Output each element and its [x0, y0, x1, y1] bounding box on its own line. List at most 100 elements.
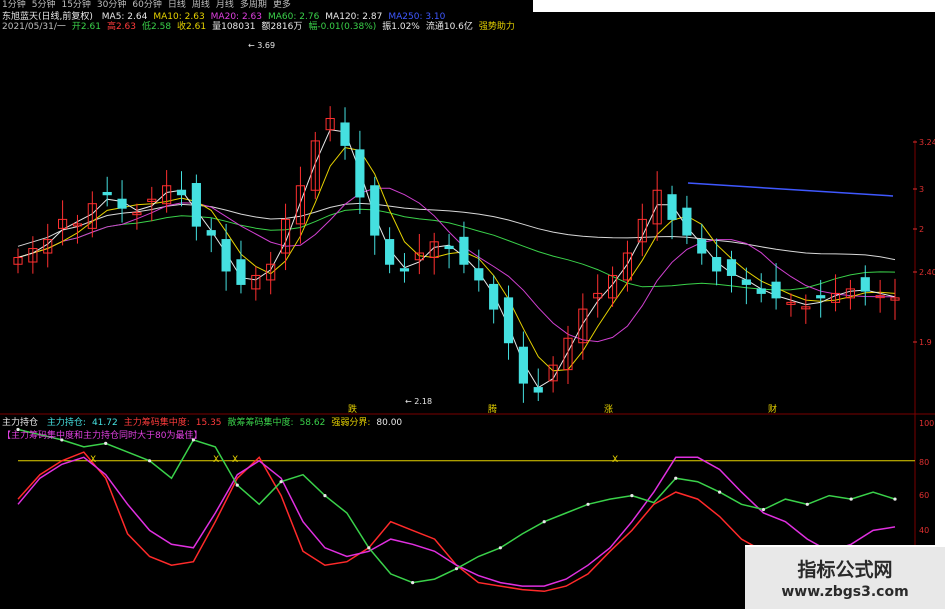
period-tab-8[interactable]: 多周期	[240, 0, 267, 10]
candle	[13, 248, 23, 274]
retail-point	[411, 581, 415, 585]
quote-field: 低2.58	[142, 22, 172, 32]
candle	[607, 266, 618, 307]
screenshot-crop-region	[533, 0, 945, 12]
signal-marker: 跌	[348, 404, 357, 415]
indicator-legend: 主力持仓 主力持仓: 41.72 主力筹码集中度: 15.35 散筹筹码集中度: 58.6…	[2, 418, 408, 429]
screenshot-crop-edge	[935, 0, 945, 609]
cross-marker: X	[232, 455, 238, 465]
period-tab-2[interactable]: 15分钟	[61, 0, 90, 10]
indicator-field: 主力持仓:	[46, 418, 86, 428]
period-tab-4[interactable]: 60分钟	[132, 0, 161, 10]
period-tab-9[interactable]: 更多	[273, 0, 291, 10]
ma60-line	[17, 208, 896, 291]
indicator-field: 80.00	[376, 418, 403, 428]
retail-point	[893, 497, 897, 501]
candle	[503, 285, 514, 360]
retail-point	[367, 546, 371, 550]
period-tab-7[interactable]: 月线	[216, 0, 234, 10]
candle	[191, 174, 201, 241]
indicator-field: 41.72	[91, 418, 118, 428]
quote-field: 收2.61	[177, 22, 207, 32]
period-tabs: 1分钟 5分钟 15分钟 30分钟 60分钟 日线 周线 月线 多周期 更多	[2, 0, 297, 11]
ma-legend-item: MA20: 2.63	[210, 12, 262, 22]
candle	[236, 240, 246, 294]
indicator-tick-label: 40	[919, 526, 929, 535]
cross-marker: X	[90, 455, 96, 465]
price-extreme-label: ← 3.69	[248, 41, 275, 50]
candle	[845, 279, 855, 310]
retail-point	[674, 476, 678, 480]
watermark-logo: 指标公式网 www.zbgs3.com	[745, 545, 945, 609]
candle	[385, 227, 395, 274]
retail-point	[279, 480, 283, 484]
indicator-field: 主力筹码集中度:	[123, 418, 190, 428]
price-tick-label: 3	[919, 185, 924, 194]
ma-legend-item: MA60: 2.76	[267, 12, 320, 22]
retail-point	[454, 567, 459, 571]
candle	[786, 293, 796, 317]
quote-field: 量108031	[212, 22, 256, 32]
cross-marker: X	[612, 455, 618, 465]
watermark-title: 指标公式网	[797, 559, 893, 581]
indicator-field: 58.62	[299, 418, 326, 428]
candle	[593, 274, 603, 318]
candle	[310, 131, 320, 200]
candle	[414, 233, 424, 275]
candle	[890, 278, 900, 320]
indicator-note-text: 【主力筹码集中度和主力持仓同时大于80为最佳】	[2, 431, 203, 441]
quote-field: 额2816万	[261, 22, 303, 32]
candle	[429, 232, 439, 275]
candle	[399, 253, 410, 283]
retail-point	[586, 502, 590, 506]
chart-canvas[interactable]: 3.24322.401.9100806040← 3.69← 2.18跌腾涨财X X…	[0, 0, 945, 609]
ma-legend-item: MA10: 2.63	[153, 12, 205, 22]
candle	[756, 273, 766, 303]
candle	[206, 218, 216, 253]
retail-point	[718, 490, 722, 494]
period-tab-6[interactable]: 周线	[192, 0, 210, 10]
candle	[860, 265, 870, 306]
candle	[87, 191, 97, 238]
quote-field: 强势助力	[478, 22, 515, 32]
indicator-note: 【主力筹码集中度和主力持仓同时大于80为最佳】	[2, 431, 202, 442]
ma10-line	[17, 147, 896, 372]
candle	[712, 238, 722, 286]
quote-field: 流通10.6亿	[425, 22, 473, 32]
period-tab-1[interactable]: 5分钟	[32, 0, 56, 10]
period-tab-5[interactable]: 日线	[168, 0, 186, 10]
price-tick-label: 2	[919, 225, 924, 234]
candle	[459, 221, 469, 274]
indicator-name: 主力持仓	[2, 418, 39, 428]
ma5-line	[17, 129, 896, 389]
price-extreme-label: ← 2.18	[405, 397, 432, 406]
candle	[355, 130, 365, 215]
period-tab-0[interactable]: 1分钟	[2, 0, 26, 10]
candle	[295, 166, 306, 244]
candle	[578, 293, 588, 360]
candle	[266, 251, 276, 295]
quote-field: 高2.63	[106, 22, 136, 32]
candle	[444, 233, 454, 269]
retail-point	[849, 497, 853, 501]
retail-point	[761, 507, 766, 512]
candle	[251, 266, 261, 301]
candle	[58, 200, 68, 246]
signal-marker: 涨	[604, 404, 613, 415]
period-tab-3[interactable]: 30分钟	[97, 0, 126, 10]
candle	[370, 176, 380, 255]
indicator-field: 强弱分界:	[331, 418, 371, 428]
price-tick-label: 1.9	[919, 338, 932, 347]
candle	[771, 263, 781, 310]
ma-legend-item: MA120: 2.87	[325, 12, 383, 22]
candle	[697, 223, 707, 265]
candle	[221, 223, 231, 291]
indicator-tick-label: 100	[919, 419, 934, 428]
retail-point	[630, 494, 634, 498]
candle	[132, 203, 142, 230]
retail-point	[542, 520, 546, 524]
stock-chart-window: 3.24 3 2 2.40 1.9 100 80 60 40 ← 3.69 ← 2.18 跌腾涨财 X X…	[0, 0, 945, 609]
candle	[563, 325, 573, 384]
watermark-url: www.zbgs3.com	[781, 584, 909, 600]
cross-marker: X	[213, 455, 219, 465]
